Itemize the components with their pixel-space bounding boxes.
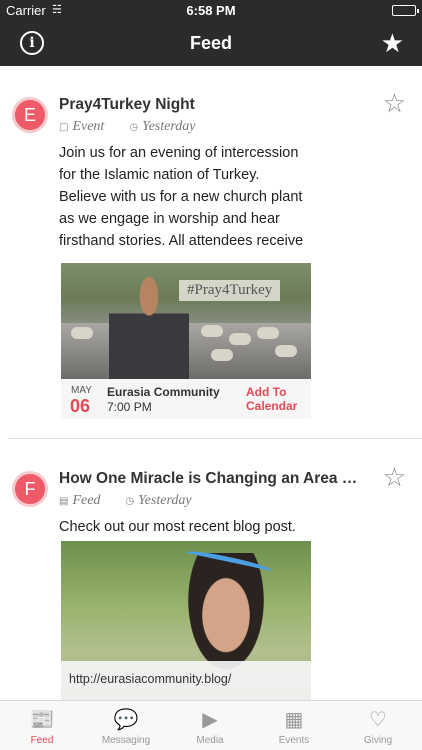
tab-label: Messaging	[101, 735, 151, 746]
event-info-bar: MAY 06 Eurasia Community 7:00 PM Add To …	[61, 379, 311, 419]
nav-bar: i Feed ★	[0, 22, 422, 66]
battery-icon	[392, 5, 419, 16]
tab-media[interactable]: ▶ Media	[168, 701, 252, 750]
page-title: Feed	[189, 33, 232, 53]
tab-label: Events	[278, 735, 310, 746]
play-icon: ▶	[202, 709, 218, 731]
feed-list[interactable]: E Pray4Turkey Night ☆ □ Event ◷ Yesterday …	[0, 66, 422, 700]
feed-item-type: Event	[72, 119, 105, 134]
image-hashtag: #Pray4Turkey	[179, 280, 281, 301]
event-month: MAY	[71, 385, 92, 396]
feed-item-body: Check out our most recent blog post.	[59, 519, 296, 535]
tab-bar: 📰 Feed 💬 Messaging ▶ Media ▦ Events ♡ Gi…	[0, 700, 422, 750]
status-time: 6:58 PM	[186, 3, 236, 18]
tab-events[interactable]: ▦ Events	[252, 701, 336, 750]
feed-item-title[interactable]: Pray4Turkey Night	[59, 96, 359, 114]
tab-giving[interactable]: ♡ Giving	[336, 701, 420, 750]
tab-label: Feed	[30, 735, 54, 746]
avatar: F	[12, 471, 48, 507]
avatar: E	[12, 97, 48, 133]
tab-label: Giving	[363, 735, 393, 746]
tab-label: Media	[196, 735, 224, 746]
tab-feed[interactable]: 📰 Feed	[0, 701, 84, 750]
feed-item-type: Feed	[72, 493, 101, 508]
feed-icon: ▤	[59, 496, 69, 507]
add-to-calendar-button[interactable]: Add To Calendar	[246, 385, 306, 413]
feed-item-time: Yesterday	[138, 493, 192, 508]
calendar-icon: ▦	[284, 709, 304, 731]
feed-item-title[interactable]: How One Miracle is Changing an Area i...	[59, 470, 359, 488]
event-icon: □	[59, 122, 69, 133]
blog-link-preview[interactable]: http://eurasiacommunity.blog/	[61, 541, 311, 700]
chat-icon: 💬	[113, 709, 139, 731]
favorites-star-icon[interactable]: ★	[381, 29, 404, 57]
heart-icon: ♡	[369, 709, 387, 731]
feed-item-meta: ▤ Feed ◷ Yesterday	[59, 493, 192, 509]
link-url[interactable]: http://eurasiacommunity.blog/	[61, 661, 311, 700]
event-organizer: Eurasia Community	[107, 385, 220, 399]
clock-icon: ◷	[125, 496, 135, 507]
event-image[interactable]: #Pray4Turkey MAY 06 Eurasia Community 7:…	[61, 263, 311, 419]
feed-item-meta: □ Event ◷ Yesterday	[59, 119, 195, 135]
star-outline-icon[interactable]: ☆	[383, 464, 406, 490]
event-day: 06	[70, 396, 91, 416]
feed-item-time: Yesterday	[142, 119, 196, 134]
tab-messaging[interactable]: 💬 Messaging	[84, 701, 168, 750]
feed-item-body: Join us for an evening of intercession f…	[59, 145, 304, 249]
status-bar: Carrier ☵ 6:58 PM	[0, 0, 422, 22]
clock-icon: ◷	[129, 122, 139, 133]
newspaper-icon: 📰	[29, 709, 55, 731]
divider	[8, 438, 422, 439]
event-time: 7:00 PM	[107, 400, 152, 414]
star-outline-icon[interactable]: ☆	[383, 90, 406, 116]
